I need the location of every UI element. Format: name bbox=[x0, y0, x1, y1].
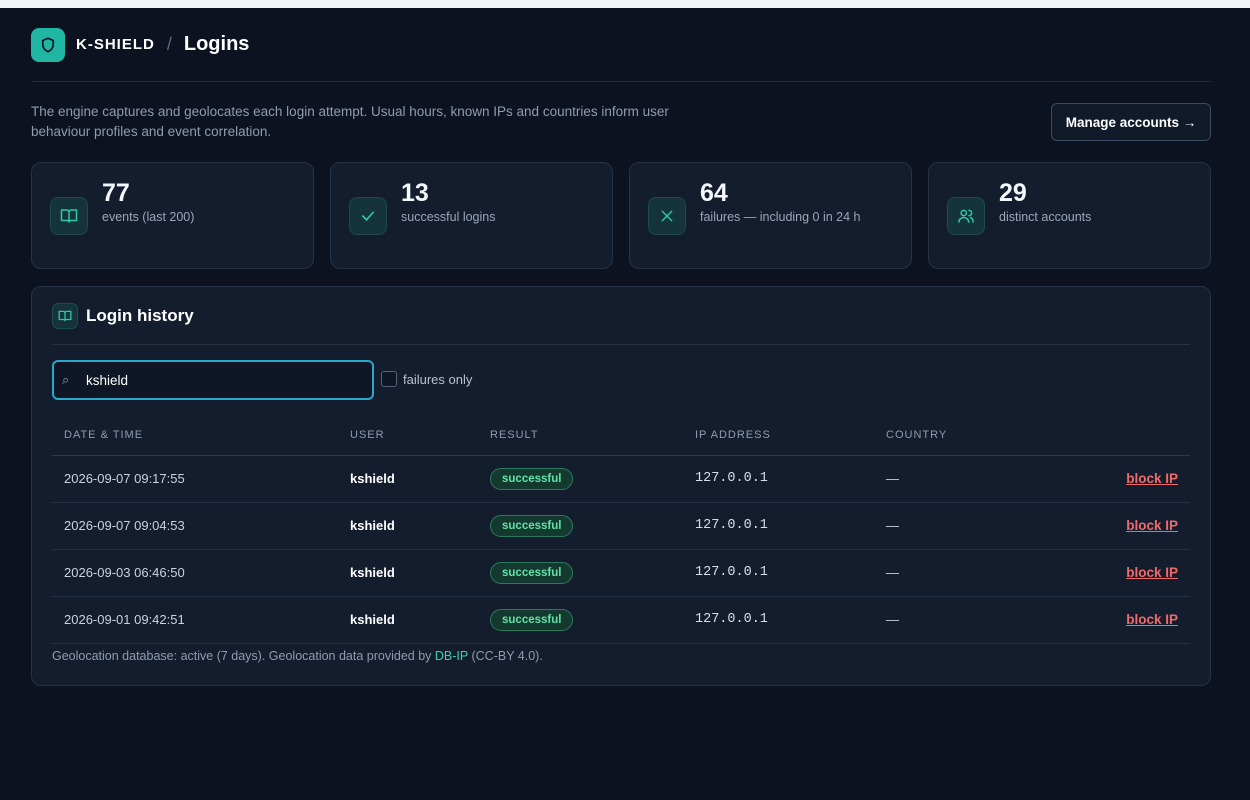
login-table: DATE & TIME USER RESULT IP ADDRESS COUNT… bbox=[52, 415, 1190, 644]
search-input[interactable] bbox=[86, 372, 366, 388]
cell-action: block IP bbox=[1029, 502, 1190, 550]
table-header-row: DATE & TIME USER RESULT IP ADDRESS COUNT… bbox=[52, 415, 1190, 456]
cell-user: kshield bbox=[338, 502, 478, 550]
cell-datetime: 2026-09-01 09:42:51 bbox=[52, 596, 338, 644]
cell-country: — bbox=[874, 549, 1030, 597]
stat-value: 64 bbox=[700, 179, 728, 207]
brand-name[interactable]: K-SHIELD bbox=[76, 36, 155, 53]
column-header-result[interactable]: RESULT bbox=[478, 415, 683, 456]
users-icon bbox=[947, 197, 985, 235]
table-row: 2026-09-01 09:42:51 kshield successful 1… bbox=[52, 596, 1190, 644]
stat-card-accounts: 29 distinct accounts bbox=[928, 162, 1211, 269]
stat-label: distinct accounts bbox=[999, 210, 1092, 224]
stat-value: 13 bbox=[401, 179, 429, 207]
failures-only-label[interactable]: failures only bbox=[403, 372, 472, 387]
filters-bar: ⌕ failures only bbox=[52, 345, 1190, 415]
cell-datetime: 2026-09-07 09:04:53 bbox=[52, 502, 338, 550]
column-header-country[interactable]: COUNTRY bbox=[874, 415, 1030, 456]
block-ip-link[interactable]: block IP bbox=[1126, 565, 1178, 580]
cell-datetime: 2026-09-07 09:17:55 bbox=[52, 455, 338, 503]
search-box[interactable]: ⌕ bbox=[52, 360, 374, 400]
footnote-text: Geolocation database: active (7 days). G… bbox=[52, 649, 435, 663]
footnote-license: (CC-BY 4.0). bbox=[468, 649, 543, 663]
table-row: 2026-09-07 09:04:53 kshield successful 1… bbox=[52, 502, 1190, 550]
status-badge: successful bbox=[490, 608, 574, 631]
cell-country: — bbox=[874, 455, 1030, 503]
intro-description: The engine captures and geolocates each … bbox=[31, 104, 669, 139]
manage-accounts-button[interactable]: Manage accounts → bbox=[1051, 103, 1211, 141]
cell-country: — bbox=[874, 596, 1030, 644]
cell-action: block IP bbox=[1029, 596, 1190, 644]
table-row: 2026-09-03 06:46:50 kshield successful 1… bbox=[52, 549, 1190, 597]
breadcrumb-separator: / bbox=[166, 34, 172, 54]
stat-card-failures: 64 failures — including 0 in 24 h bbox=[629, 162, 912, 269]
login-history-panel: Login history ⌕ failures only DATE & TIM… bbox=[31, 286, 1211, 686]
cell-result: successful bbox=[478, 596, 683, 644]
stat-card-successful: 13 successful logins bbox=[330, 162, 613, 269]
table-row: 2026-09-07 09:17:55 kshield successful 1… bbox=[52, 455, 1190, 503]
stats-row: 77 events (last 200) 13 successful login… bbox=[31, 162, 1211, 269]
panel-title: Login history bbox=[86, 305, 194, 325]
block-ip-link[interactable]: block IP bbox=[1126, 518, 1178, 533]
status-badge: successful bbox=[490, 467, 574, 490]
geolocation-footnote: Geolocation database: active (7 days). G… bbox=[52, 649, 543, 663]
stat-value: 29 bbox=[999, 179, 1027, 207]
shield-logo-icon bbox=[31, 27, 65, 62]
book-icon bbox=[50, 197, 88, 235]
cell-result: successful bbox=[478, 549, 683, 597]
block-ip-link[interactable]: block IP bbox=[1126, 612, 1178, 627]
stat-label: events (last 200) bbox=[102, 210, 195, 224]
x-icon bbox=[648, 197, 686, 235]
cell-result: successful bbox=[478, 455, 683, 503]
column-header-datetime[interactable]: DATE & TIME bbox=[52, 415, 338, 456]
failures-only-toggle[interactable]: failures only bbox=[381, 371, 472, 387]
cell-ip: 127.0.0.1 bbox=[683, 549, 874, 597]
stat-label: successful logins bbox=[401, 210, 496, 224]
check-icon bbox=[349, 197, 387, 235]
cell-action: block IP bbox=[1029, 549, 1190, 597]
panel-header: Login history bbox=[52, 287, 1190, 345]
page: K-SHIELD / Logins The engine captures an… bbox=[31, 8, 1211, 686]
column-header-ip[interactable]: IP ADDRESS bbox=[683, 415, 874, 456]
cell-ip: 127.0.0.1 bbox=[683, 502, 874, 550]
book-icon bbox=[52, 302, 78, 329]
cell-country: — bbox=[874, 502, 1030, 550]
block-ip-link[interactable]: block IP bbox=[1126, 471, 1178, 486]
failures-only-checkbox[interactable] bbox=[381, 371, 397, 387]
cell-user: kshield bbox=[338, 596, 478, 644]
browser-top-strip bbox=[0, 0, 1250, 8]
status-badge: successful bbox=[490, 514, 574, 537]
cell-result: successful bbox=[478, 502, 683, 550]
column-header-user[interactable]: USER bbox=[338, 415, 478, 456]
cell-user: kshield bbox=[338, 455, 478, 503]
cell-user: kshield bbox=[338, 549, 478, 597]
column-header-actions bbox=[1029, 415, 1190, 456]
cell-action: block IP bbox=[1029, 455, 1190, 503]
page-title: Logins bbox=[183, 33, 250, 55]
stat-label: failures — including 0 in 24 h bbox=[700, 210, 861, 224]
cell-datetime: 2026-09-03 06:46:50 bbox=[52, 549, 338, 597]
stat-value: 77 bbox=[102, 179, 130, 207]
stat-card-events: 77 events (last 200) bbox=[31, 162, 314, 269]
db-ip-link[interactable]: DB-IP bbox=[435, 649, 468, 663]
header: K-SHIELD / Logins bbox=[31, 8, 1211, 82]
search-icon: ⌕ bbox=[62, 372, 70, 387]
status-badge: successful bbox=[490, 561, 574, 584]
cell-ip: 127.0.0.1 bbox=[683, 455, 874, 503]
cell-ip: 127.0.0.1 bbox=[683, 596, 874, 644]
intro-section: The engine captures and geolocates each … bbox=[31, 82, 1211, 162]
